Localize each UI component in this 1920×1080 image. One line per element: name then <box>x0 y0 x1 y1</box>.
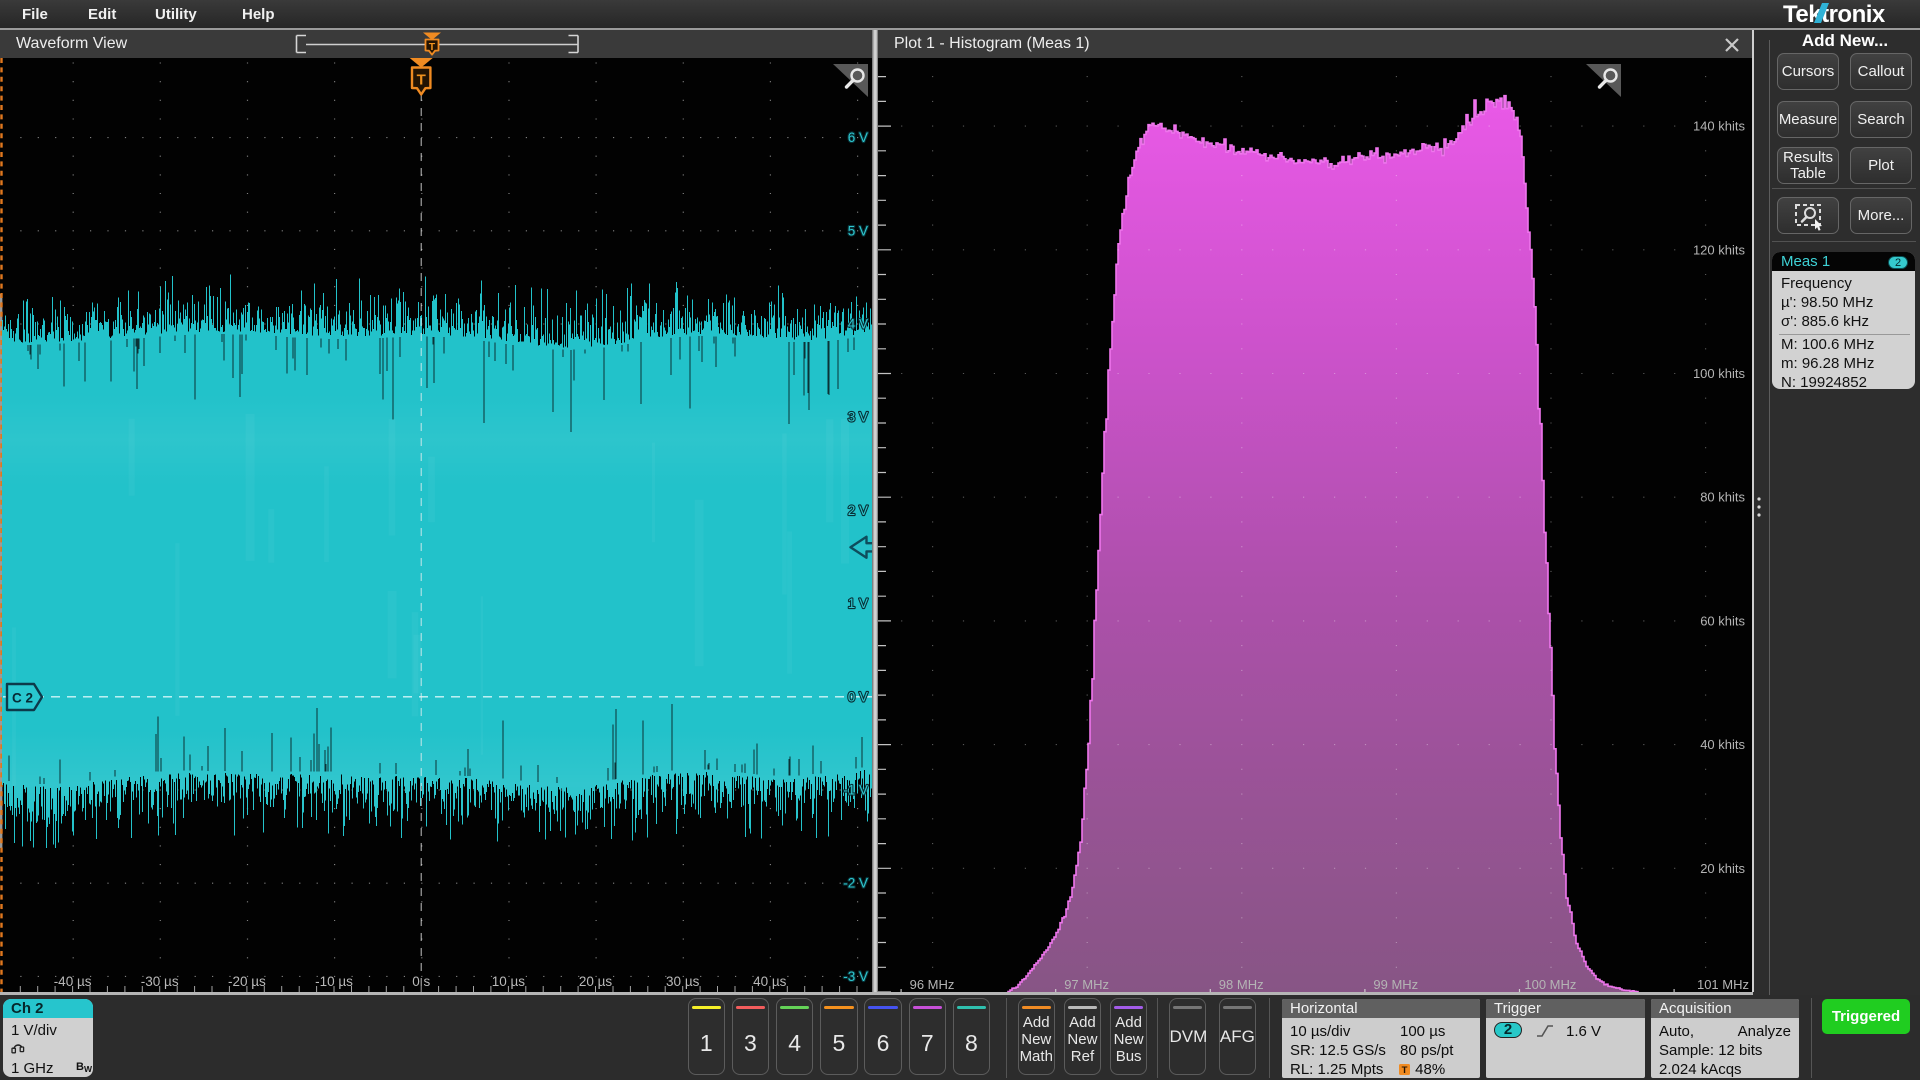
svg-text:140 khits: 140 khits <box>1693 119 1746 134</box>
svg-text:98 MHz: 98 MHz <box>1219 977 1264 992</box>
svg-text:99 MHz: 99 MHz <box>1373 977 1418 992</box>
svg-text:96 MHz: 96 MHz <box>910 977 955 992</box>
svg-text:6 V: 6 V <box>848 130 868 145</box>
svg-text:-2 V: -2 V <box>843 876 868 891</box>
svg-text:20 µs: 20 µs <box>579 974 613 989</box>
svg-text:T: T <box>417 72 426 89</box>
svg-text:60 khits: 60 khits <box>1700 613 1745 628</box>
svg-text:120 khits: 120 khits <box>1693 242 1746 257</box>
svg-text:5 V: 5 V <box>848 223 868 238</box>
svg-text:80 khits: 80 khits <box>1700 490 1745 505</box>
svg-text:-3 V: -3 V <box>843 969 868 984</box>
svg-text:3 V: 3 V <box>848 410 868 425</box>
svg-text:100 MHz: 100 MHz <box>1524 977 1576 992</box>
svg-text:97 MHz: 97 MHz <box>1064 977 1109 992</box>
svg-text:-30 µs: -30 µs <box>141 974 179 989</box>
svg-text:2 V: 2 V <box>848 503 868 518</box>
svg-text:30 µs: 30 µs <box>666 974 700 989</box>
svg-text:40 µs: 40 µs <box>753 974 787 989</box>
svg-text:40 khits: 40 khits <box>1700 737 1745 752</box>
svg-text:T: T <box>1402 1065 1408 1076</box>
svg-text:T: T <box>429 41 436 53</box>
svg-text:0 s: 0 s <box>412 974 430 989</box>
svg-text:Tektronix: Tektronix <box>1783 1 1886 28</box>
svg-text:4 V: 4 V <box>848 317 868 332</box>
svg-text:C 2: C 2 <box>12 691 33 706</box>
svg-text:-10 µs: -10 µs <box>315 974 353 989</box>
svg-text:-20 µs: -20 µs <box>228 974 266 989</box>
svg-text:0 V: 0 V <box>848 689 868 704</box>
svg-text:1 V: 1 V <box>848 596 868 611</box>
svg-text:-1 V: -1 V <box>843 783 868 798</box>
svg-text:10 µs: 10 µs <box>492 974 526 989</box>
svg-text:100 khits: 100 khits <box>1693 366 1746 381</box>
svg-text:101 MHz: 101 MHz <box>1697 977 1749 992</box>
svg-text:20 khits: 20 khits <box>1700 861 1745 876</box>
svg-text:-40 µs: -40 µs <box>54 974 92 989</box>
